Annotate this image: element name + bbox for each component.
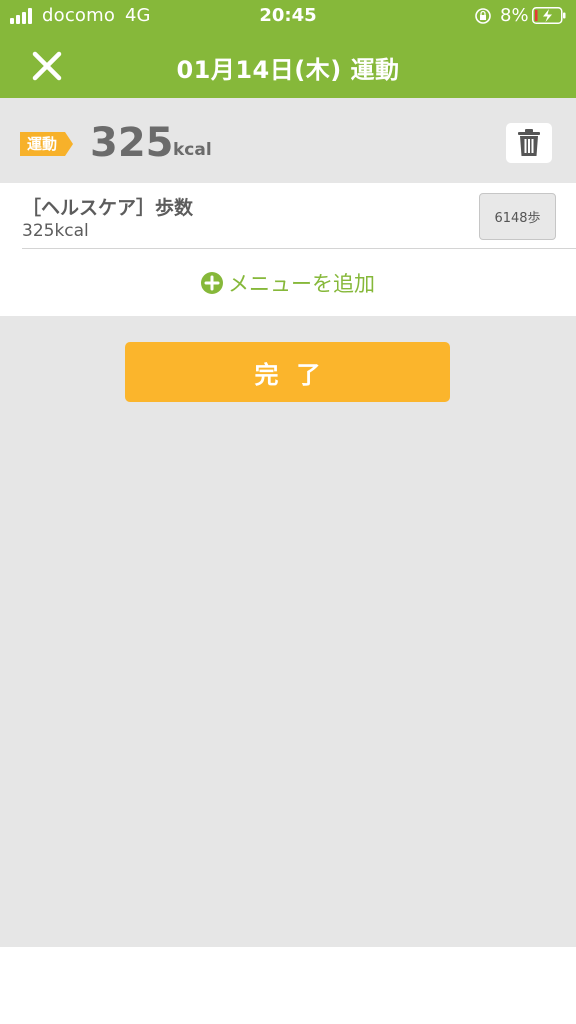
nav-bar: 01月14日(木) 運動 — [0, 32, 576, 98]
total-kcal-value: 325 — [90, 120, 174, 166]
delete-button[interactable] — [506, 123, 552, 163]
trash-icon — [518, 129, 540, 156]
battery-percent: 8% — [500, 5, 529, 26]
status-bar: docomo 4G 20:45 8% — [0, 0, 576, 32]
list-item[interactable]: ［ヘルスケア］歩数 325kcal 6148歩 — [22, 183, 576, 249]
category-badge: 運動 — [20, 132, 73, 156]
battery-charging-icon — [532, 7, 566, 24]
total-kcal-unit: kcal — [173, 140, 212, 160]
calorie-summary: 運動 325 kcal — [0, 98, 576, 183]
done-button[interactable]: 完了 — [125, 342, 450, 402]
top-bar: docomo 4G 20:45 8% 01月14日(木) 運動 — [0, 0, 576, 98]
add-menu-button[interactable]: メニューを追加 — [0, 249, 576, 316]
page-title: 01月14日(木) 運動 — [176, 56, 400, 84]
rotation-lock-icon — [475, 8, 491, 24]
steps-amount-button[interactable]: 6148歩 — [479, 193, 556, 240]
item-name: ［ヘルスケア］歩数 — [22, 197, 194, 219]
main-content: 運動 325 kcal ［ヘルスケア］歩数 325kcal 6148歩 メニュー… — [0, 98, 576, 947]
exercise-list: ［ヘルスケア］歩数 325kcal 6148歩 メニューを追加 — [0, 183, 576, 316]
add-menu-label: メニューを追加 — [228, 271, 375, 296]
item-kcal: 325kcal — [22, 221, 89, 241]
plus-circle-icon — [201, 271, 223, 294]
